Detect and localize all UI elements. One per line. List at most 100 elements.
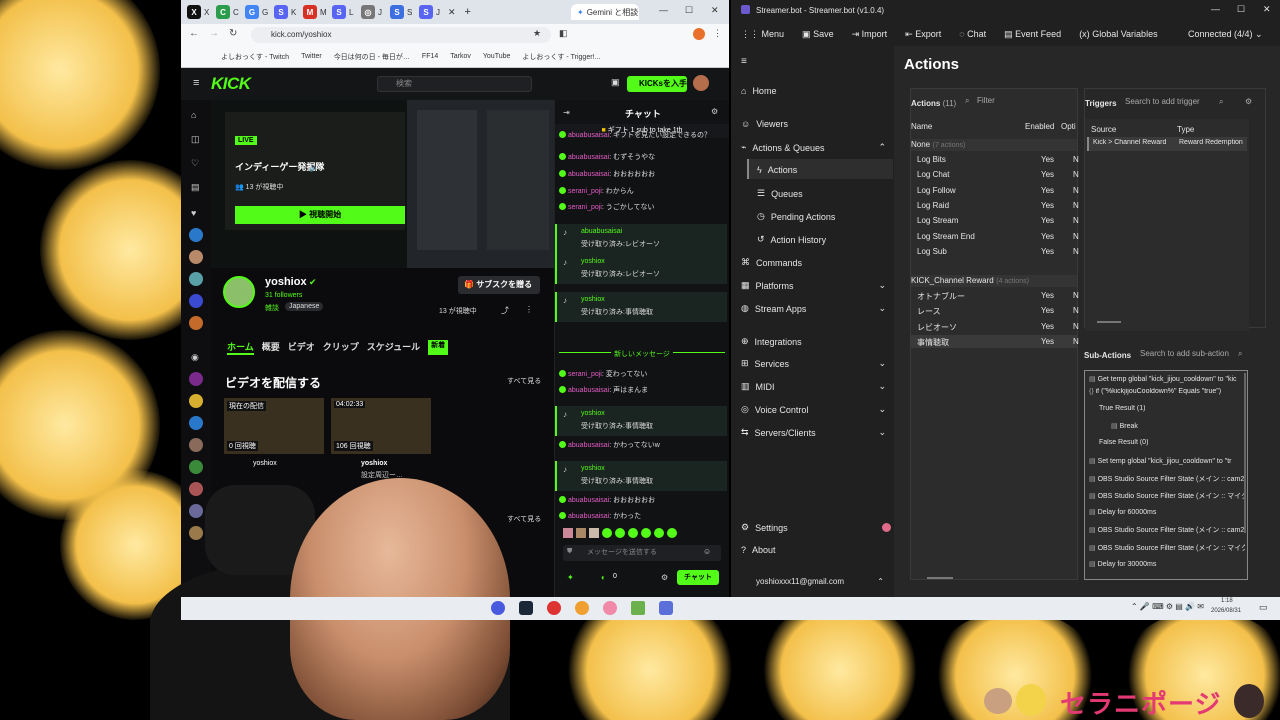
tab-j2-icon[interactable]: S (419, 5, 433, 19)
bookmark-item[interactable]: FF14 (422, 53, 438, 60)
emote-icon[interactable] (576, 528, 586, 538)
close-tab-icon[interactable]: ✕ (448, 7, 456, 18)
action-enabled[interactable]: Yes (1041, 291, 1054, 300)
forward-icon[interactable]: → (209, 28, 219, 39)
nav-pending-actions[interactable]: ◷ Pending Actions (757, 211, 835, 222)
following-icon[interactable]: ♡ (191, 158, 199, 169)
tab-j-icon[interactable]: ◎ (361, 5, 375, 19)
emoji-icon[interactable]: ☺ (703, 547, 711, 556)
action-row[interactable]: 事情聴取 (917, 337, 949, 348)
collapse-chat-icon[interactable]: ⇥ (563, 108, 570, 117)
tab-label[interactable]: C (233, 8, 242, 17)
category-tag[interactable]: 雑談 (265, 303, 279, 313)
close-window-icon[interactable]: ✕ (711, 5, 719, 16)
subaction-row[interactable]: ▤ OBS Studio Source Filter State (メイン ::… (1089, 491, 1245, 501)
tab-label[interactable]: L (349, 8, 358, 17)
tray-icons[interactable]: ⌃ 🎤 ⌨ ⚙ ▤ 🔊 ✉ (1131, 602, 1204, 611)
chat-username[interactable]: abuabusaisai (568, 171, 609, 178)
import-button[interactable]: ⇥ Import (852, 29, 888, 40)
nav-actions[interactable]: ϟ Actions (757, 165, 797, 175)
recommended-icon[interactable]: ◉ (191, 352, 199, 363)
subaction-row[interactable]: ▤ Break (1111, 422, 1245, 430)
profile-avatar[interactable] (693, 28, 705, 40)
get-kicks-button[interactable]: KICKsを入手 (627, 76, 687, 92)
group-kick[interactable]: KICK_Channel Reward (4 actions) (911, 275, 1077, 287)
nav-action-history[interactable]: ↺ Action History (757, 234, 826, 245)
action-row[interactable]: Log Stream End (917, 232, 975, 241)
share-icon[interactable]: ⤴ (501, 305, 509, 316)
chat-username[interactable]: yoshiox (581, 296, 605, 303)
bookmark-item[interactable]: YouTube (483, 53, 511, 60)
tab-c-icon[interactable]: C (216, 5, 230, 19)
subaction-search-input[interactable]: Search to add sub-action (1140, 346, 1236, 362)
chat-username[interactable]: serani_poji (568, 204, 602, 211)
channel-name[interactable]: yoshiox (265, 276, 307, 288)
channel-avatar[interactable] (189, 438, 203, 452)
chat-gear-icon[interactable]: ⚙ (661, 573, 668, 582)
tab-clips[interactable]: クリップ (323, 340, 359, 355)
tab-label[interactable]: J (436, 8, 445, 17)
chat-username[interactable]: serani_poji (568, 188, 602, 195)
channel-avatar[interactable] (189, 504, 203, 518)
tab-about[interactable]: 概要 (262, 340, 280, 355)
tab-label[interactable]: G (262, 8, 271, 17)
back-icon[interactable]: ← (189, 28, 199, 39)
chat-username[interactable]: abuabusaisai (568, 387, 609, 394)
tab-g-icon[interactable]: G (245, 5, 259, 19)
action-row[interactable]: オトナブルー (917, 291, 965, 302)
action-enabled[interactable]: Yes (1041, 186, 1054, 195)
emote-icon[interactable] (602, 528, 612, 538)
chat-username[interactable]: yoshiox (581, 410, 605, 417)
channel-avatar[interactable] (189, 526, 203, 540)
tab-x-icon[interactable]: X (187, 5, 201, 19)
channel-avatar[interactable] (189, 394, 203, 408)
subaction-row[interactable]: ▤ Delay for 30000ms (1089, 560, 1245, 568)
action-row[interactable]: Log Stream (917, 216, 958, 225)
tab-label[interactable]: M (320, 8, 329, 17)
subaction-row[interactable]: ▤ OBS Studio Source Filter State (メイン ::… (1089, 474, 1245, 484)
emote-icon[interactable] (654, 528, 664, 538)
connection-status[interactable]: Connected (4/4) ⌄ (1188, 29, 1263, 40)
tab-k-icon[interactable]: S (274, 5, 288, 19)
chat-username[interactable]: abuabusaisai (568, 132, 609, 139)
action-row[interactable]: Log Bits (917, 155, 946, 164)
kicks-icon[interactable]: ◐ (601, 573, 606, 582)
bookmark-item[interactable]: Tarkov (450, 53, 471, 60)
video-player[interactable]: LIVE インディーゲー発掘隊 🔈 👥 13 が視聴中 ▶ 視聴開始 (211, 100, 554, 268)
col-options[interactable]: Opti (1061, 122, 1076, 131)
tab-home[interactable]: ホーム (227, 340, 254, 355)
subaction-row[interactable]: ▤ OBS Studio Source Filter State (メイン ::… (1089, 543, 1245, 553)
chat-username[interactable]: yoshiox (581, 258, 605, 265)
streamerbot-taskbar-icon[interactable] (659, 601, 673, 615)
tab-videos[interactable]: ビデオ (288, 340, 315, 355)
see-all-link[interactable]: すべて見る (507, 376, 541, 386)
taskbar-app-icon[interactable] (575, 601, 589, 615)
menu-dots-icon[interactable]: ⋮ (713, 28, 722, 39)
subaction-row[interactable]: {} if ("%kickjijouCooldown%" Equals "tru… (1089, 388, 1245, 395)
steam-icon[interactable] (519, 601, 533, 615)
chat-username[interactable]: abuabusaisai (568, 497, 609, 504)
nav-about[interactable]: ? About (741, 545, 776, 555)
chat-input[interactable]: メッセージを送信する (563, 545, 721, 561)
subaction-row[interactable]: False Result (0) (1099, 439, 1245, 446)
minimize-icon[interactable]: — (659, 5, 668, 15)
action-enabled[interactable]: Yes (1041, 232, 1054, 241)
kick-logo[interactable]: KICK (211, 74, 251, 94)
language-tag[interactable]: Japanese (285, 302, 324, 311)
action-enabled[interactable]: Yes (1041, 306, 1054, 315)
action-enabled[interactable]: Yes (1041, 170, 1054, 179)
tab-m-icon[interactable]: M (303, 5, 317, 19)
minimize-icon[interactable]: — (1211, 4, 1220, 14)
chat-username[interactable]: abuabusaisai (568, 513, 609, 520)
notification-icon[interactable]: ▭ (1259, 602, 1268, 613)
save-button[interactable]: ▣ Save (802, 29, 834, 40)
tab-label[interactable]: X (204, 8, 213, 17)
clock-date[interactable]: 2026/08/31 (1211, 608, 1241, 614)
tab-s-icon[interactable]: S (390, 5, 404, 19)
channel-avatar[interactable] (189, 250, 203, 264)
account-selector[interactable]: yoshioxxx11@gmail.com ⌃ (756, 577, 884, 586)
channel-avatar[interactable] (189, 416, 203, 430)
gift-sub-button[interactable]: 🎁 サブスクを贈る (458, 276, 540, 294)
emote-icon[interactable] (615, 528, 625, 538)
nav-integrations[interactable]: ⊕ Integrations (741, 336, 802, 347)
